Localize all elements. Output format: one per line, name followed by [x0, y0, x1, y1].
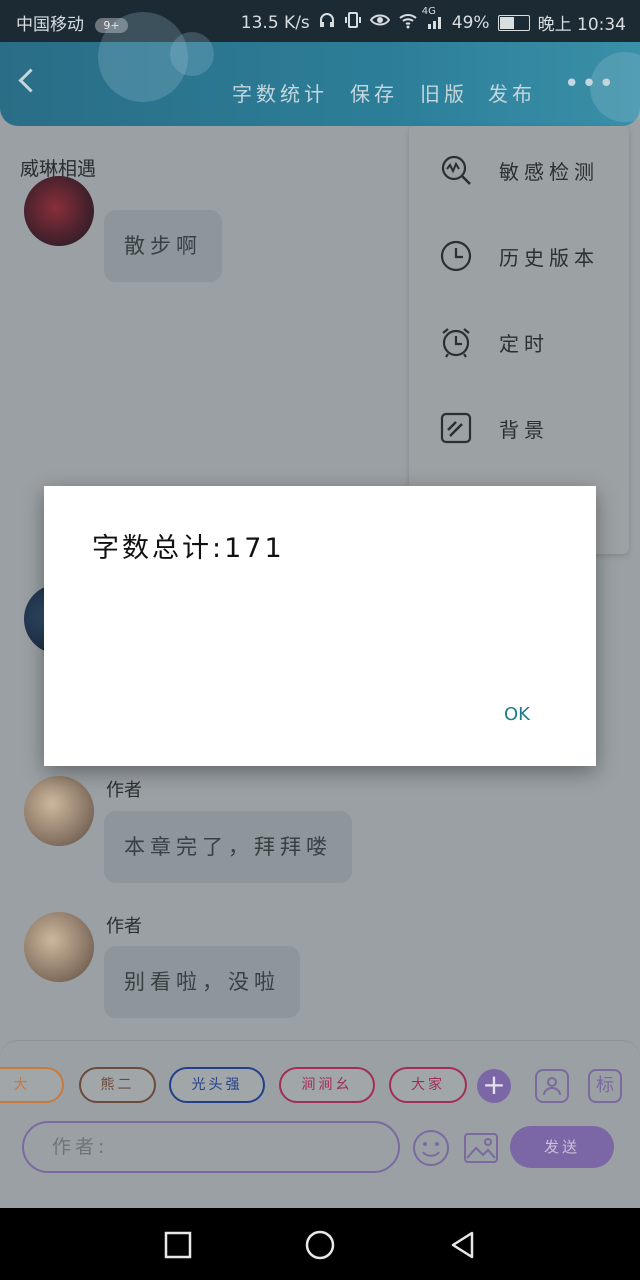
menu-item-label: 敏感检测: [499, 159, 599, 184]
send-button[interactable]: 发送: [510, 1126, 614, 1168]
dialog-message: 字数总计:171: [92, 533, 285, 564]
status-bar: 中国移动 9+ 13.5 K/s 4G 49% 晚上 10:34: [0, 0, 640, 42]
clock-time: 晚上 10:34: [537, 15, 626, 35]
carrier-name: 中国移动: [16, 15, 84, 35]
character-chip[interactable]: 大家: [389, 1067, 467, 1103]
menu-item-background[interactable]: 背景: [439, 408, 549, 448]
avatar[interactable]: [24, 776, 94, 846]
emoji-icon[interactable]: [412, 1129, 450, 1171]
person-icon[interactable]: [535, 1069, 569, 1103]
menu-item-label: 历史版本: [499, 245, 599, 270]
headphone-icon: [318, 11, 336, 34]
save-button[interactable]: 保存: [350, 78, 398, 107]
message-author: 作者: [106, 916, 142, 937]
wifi-icon: [398, 11, 418, 34]
home-icon[interactable]: [304, 1229, 336, 1265]
battery-icon: [497, 14, 530, 31]
character-chip[interactable]: 大: [0, 1067, 64, 1103]
word-count-dialog: 字数总计:171 OK: [44, 486, 596, 766]
system-nav-bar: [0, 1208, 640, 1280]
word-count-button[interactable]: 字数统计: [232, 78, 328, 107]
eye-icon: [369, 11, 390, 34]
sensitive-check-icon: [439, 153, 473, 187]
signal-icon: 4G: [422, 6, 444, 33]
status-right: 13.5 K/s 4G 49% 晚上 10:34: [240, 6, 626, 35]
character-chip[interactable]: 熊二: [79, 1067, 156, 1103]
battery-percent: 49%: [451, 12, 490, 33]
menu-item-label: 背景: [499, 417, 549, 442]
menu-item-label: 定时: [499, 331, 549, 356]
publish-button[interactable]: 发布: [488, 78, 536, 107]
avatar[interactable]: [24, 176, 94, 246]
tag-button[interactable]: 标: [588, 1069, 622, 1103]
decorative-bubble: [170, 32, 214, 76]
character-chip[interactable]: 光头强: [169, 1067, 265, 1103]
avatar[interactable]: [24, 912, 94, 982]
alarm-clock-icon: [439, 325, 473, 359]
menu-item-sensitive-check[interactable]: 敏感检测: [439, 150, 599, 190]
network-speed: 13.5 K/s: [240, 12, 310, 33]
vibrate-icon: [344, 11, 362, 34]
image-icon[interactable]: [463, 1130, 499, 1170]
old-version-button[interactable]: 旧版: [420, 78, 468, 107]
ok-button[interactable]: OK: [504, 704, 530, 725]
message-bubble[interactable]: 别看啦，没啦: [104, 946, 300, 1018]
add-character-button[interactable]: +: [477, 1069, 511, 1103]
recent-apps-icon[interactable]: [164, 1231, 192, 1263]
background-icon: [439, 411, 473, 445]
top-toolbar: 字数统计 保存 旧版 发布 •••: [0, 12, 640, 126]
clock-icon: [439, 239, 473, 273]
composer-panel: 大 熊二 光头强 涧涧幺 大家 + 标 作者: 发送: [0, 1040, 640, 1209]
character-chip[interactable]: 涧涧幺: [279, 1067, 375, 1103]
message-bubble[interactable]: 散步啊: [104, 210, 222, 282]
network-type: 4G: [421, 6, 436, 17]
back-arrow-icon[interactable]: [18, 68, 43, 93]
menu-item-timer[interactable]: 定时: [439, 322, 549, 362]
message-input[interactable]: 作者:: [22, 1121, 400, 1173]
message-author: 作者: [106, 780, 142, 801]
back-icon[interactable]: [448, 1230, 478, 1264]
message-bubble[interactable]: 本章完了，拜拜喽: [104, 811, 352, 883]
menu-item-history[interactable]: 历史版本: [439, 236, 599, 276]
more-options-icon[interactable]: •••: [564, 71, 616, 97]
